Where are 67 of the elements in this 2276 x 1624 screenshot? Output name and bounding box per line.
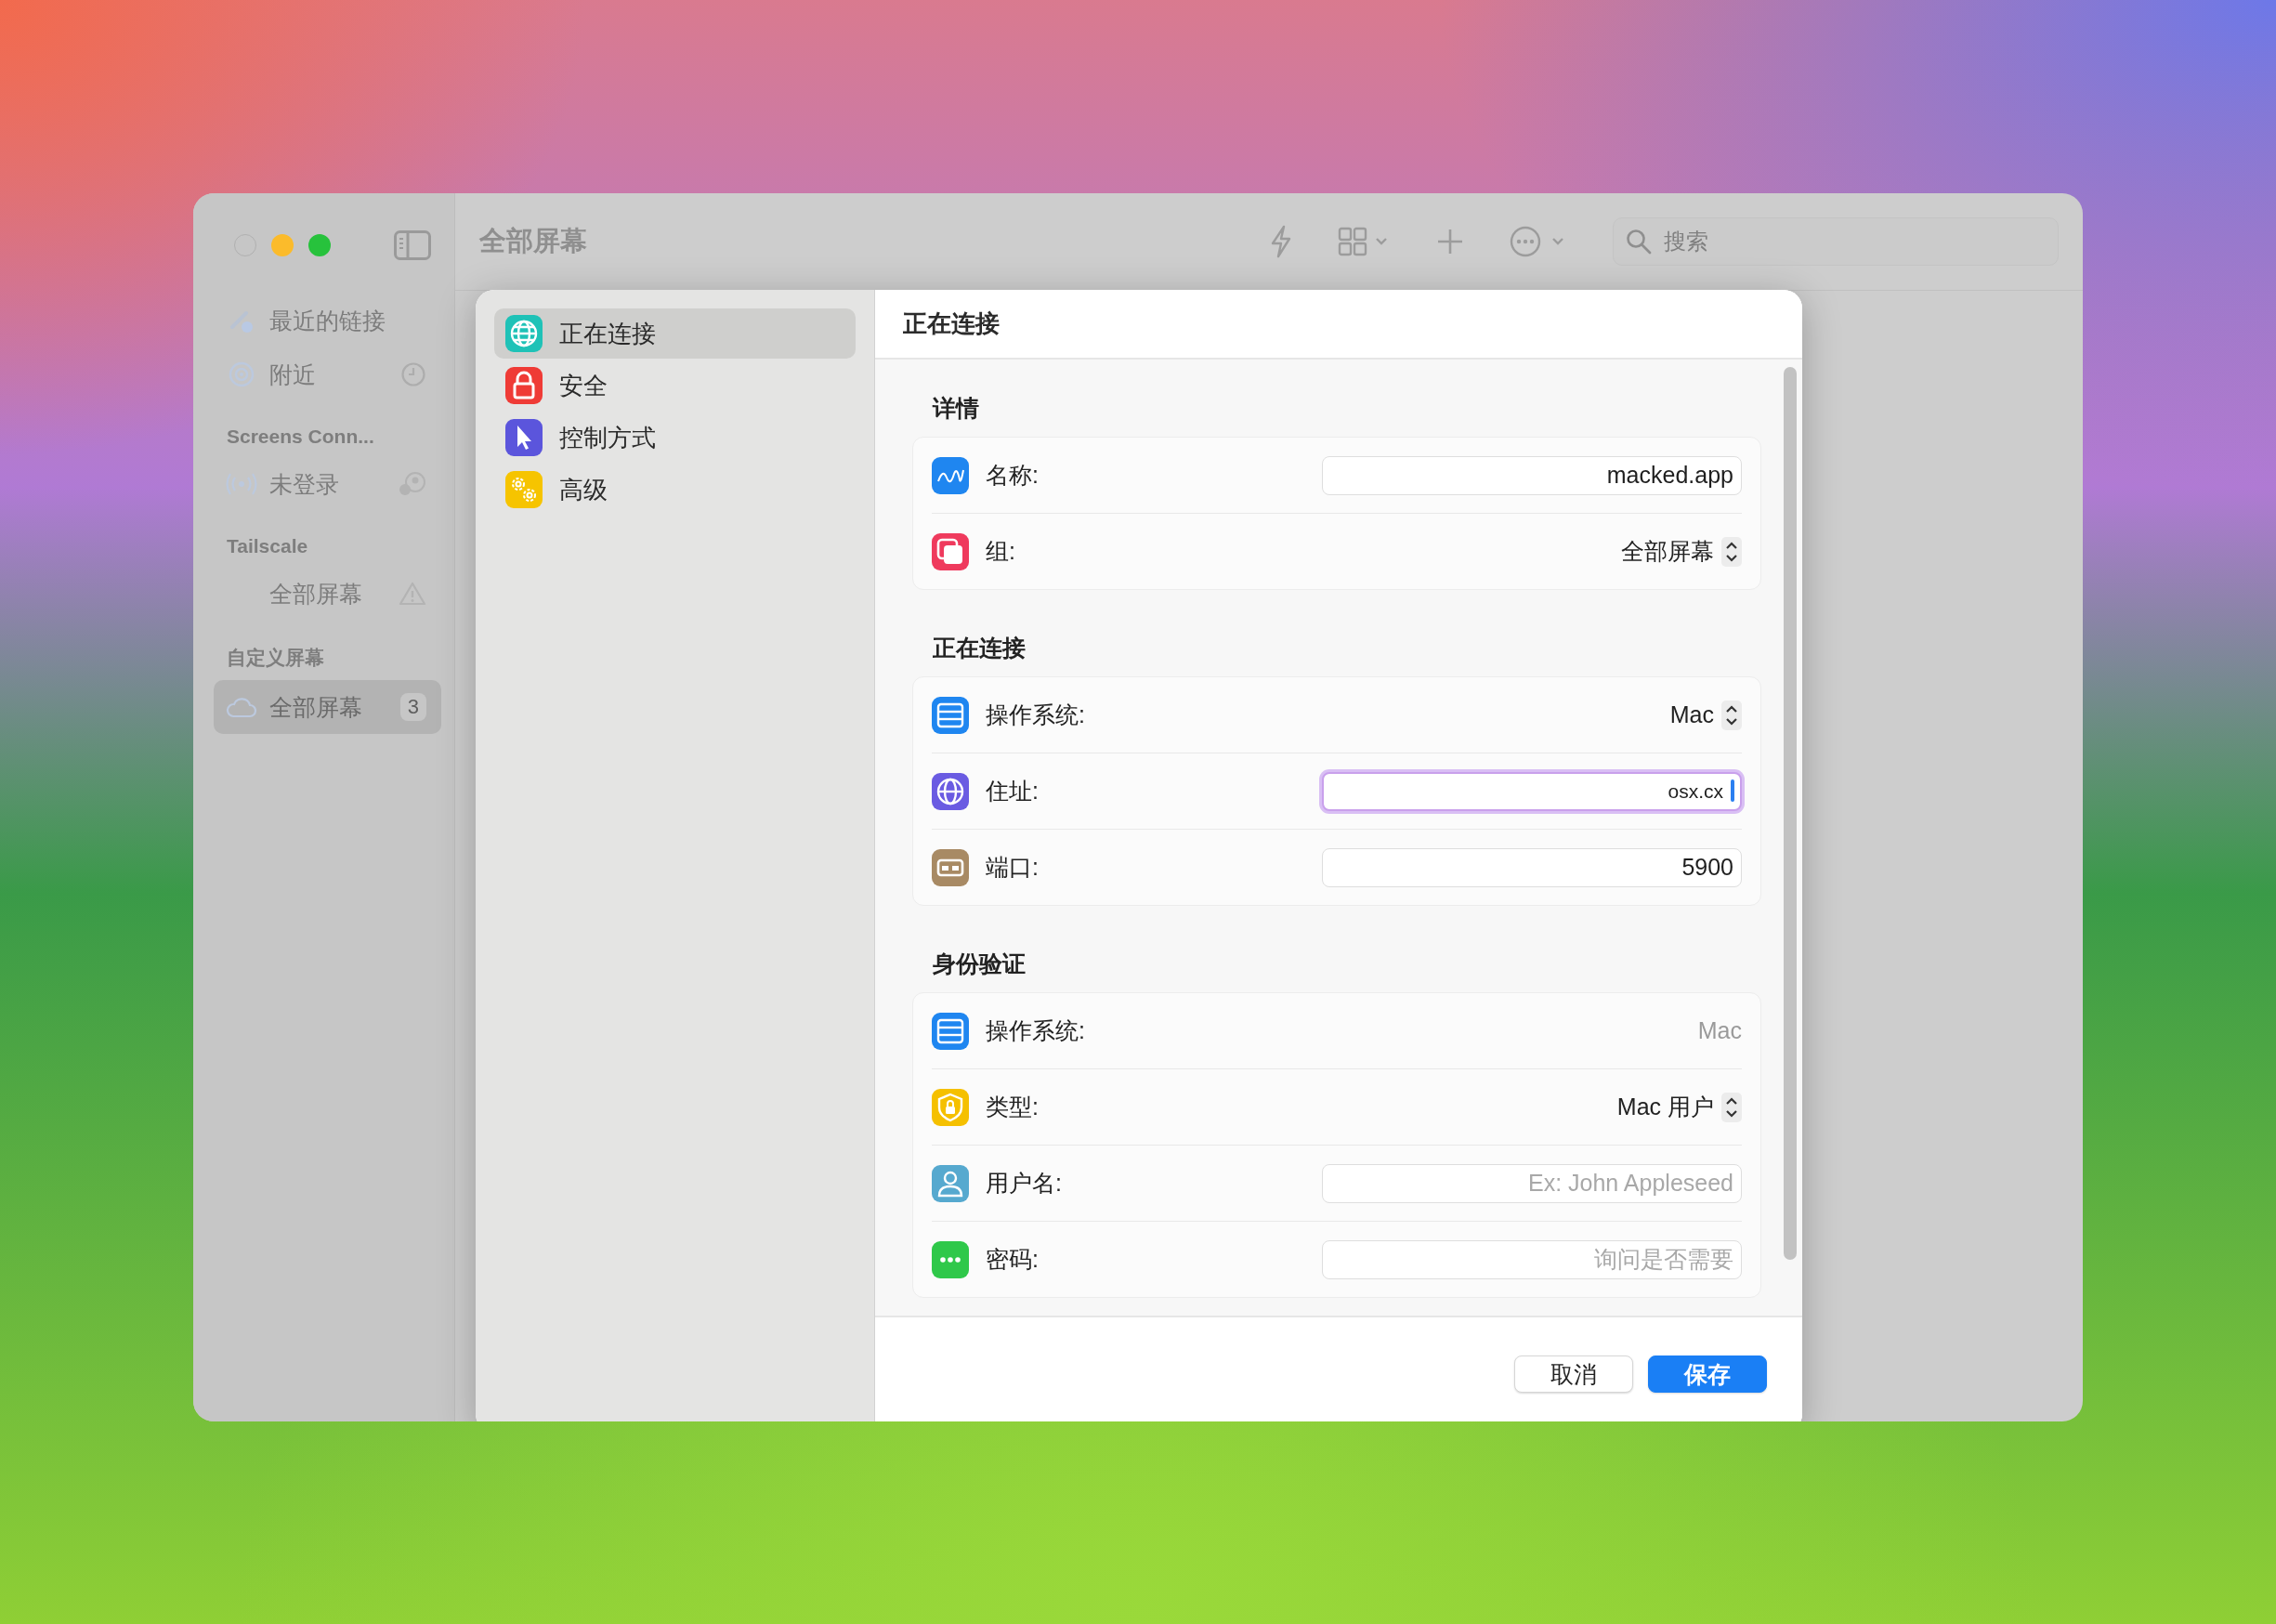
sidebar-item-label: 全部屏幕 xyxy=(269,692,363,722)
globe-icon xyxy=(932,772,969,810)
dialog-title: 正在连接 xyxy=(903,308,1000,339)
text-field[interactable]: 询问是否需要 xyxy=(1322,1239,1742,1279)
settings-tab[interactable]: 正在连接 xyxy=(494,308,856,359)
settings-tab[interactable]: 控制方式 xyxy=(494,413,856,463)
sidebar-item-label: 全部屏幕 xyxy=(269,579,363,609)
scrollbar[interactable] xyxy=(1784,367,1797,1260)
field-label: 组: xyxy=(986,537,1016,566)
sidebar-section-title: Screens Conn... xyxy=(227,426,375,448)
sidebar-item-label: 附近 xyxy=(269,360,317,389)
cancel-button[interactable]: 取消 xyxy=(1514,1356,1633,1393)
minimize-button[interactable] xyxy=(271,234,294,256)
text-field[interactable]: macked.app xyxy=(1322,455,1742,495)
section-heading: 身份验证 xyxy=(933,950,1027,978)
plus-icon[interactable] xyxy=(1436,228,1464,255)
section-heading: 详情 xyxy=(933,394,980,423)
dots-icon xyxy=(932,1240,969,1278)
lock-icon xyxy=(505,367,543,404)
sidebar-section-title: 自定义屏幕 xyxy=(227,646,325,670)
save-button[interactable]: 保存 xyxy=(1648,1356,1767,1393)
copies-icon xyxy=(932,532,969,570)
stepper-icon xyxy=(1721,536,1742,567)
section-heading: 正在连接 xyxy=(933,634,1027,662)
text-field[interactable]: Ex: John Appleseed xyxy=(1322,1163,1742,1203)
person-icon xyxy=(932,1164,969,1202)
text-field[interactable]: osx.cx xyxy=(1322,771,1742,811)
lightning-icon[interactable] xyxy=(1269,225,1293,258)
settings-tab[interactable]: 安全 xyxy=(494,360,856,411)
zoom-button[interactable] xyxy=(308,234,331,256)
signature-icon xyxy=(932,456,969,494)
field-label: 操作系统: xyxy=(986,701,1086,729)
search-field[interactable]: 搜索 xyxy=(1613,217,2059,266)
clock-icon xyxy=(400,361,426,387)
sidebar-toggle-icon[interactable] xyxy=(394,230,431,260)
field-label: 操作系统: xyxy=(986,1016,1086,1045)
field-label: 端口: xyxy=(986,853,1040,882)
field-label: 类型: xyxy=(986,1093,1040,1121)
sidebar-item[interactable]: 全部屏幕 3 xyxy=(214,680,441,734)
popup-menu[interactable]: Mac xyxy=(1669,700,1742,730)
sidebar-item-label: 未登录 xyxy=(269,469,340,499)
search-icon xyxy=(1626,229,1652,255)
count-badge: 3 xyxy=(399,693,426,721)
field-label: 名称: xyxy=(986,461,1040,490)
popup-menu[interactable]: Mac 用户 xyxy=(1616,1092,1742,1122)
shield-lock-icon xyxy=(932,1088,969,1126)
field-label: 用户名: xyxy=(986,1169,1063,1198)
popup-menu[interactable]: 全部屏幕 xyxy=(1621,536,1742,567)
sidebar-section-title: Tailscale xyxy=(227,535,309,557)
cloud-icon xyxy=(226,695,257,719)
text-cursor xyxy=(1731,779,1734,802)
field-label: 密码: xyxy=(986,1245,1040,1274)
cursor-icon xyxy=(505,419,543,456)
field-label: 住址: xyxy=(986,777,1040,805)
gears-icon xyxy=(505,471,543,508)
server-icon xyxy=(932,1012,969,1050)
globe-icon xyxy=(505,315,543,352)
server-icon xyxy=(932,696,969,734)
port-icon xyxy=(932,848,969,886)
field-value: Mac xyxy=(1697,1017,1742,1044)
stepper-icon xyxy=(1721,700,1742,730)
settings-tab[interactable]: 高级 xyxy=(494,465,856,515)
sidebar-item-label: 最近的链接 xyxy=(269,306,386,335)
window-title: 全部屏幕 xyxy=(479,225,588,257)
radar-icon xyxy=(228,360,255,388)
text-field[interactable]: 5900 xyxy=(1322,847,1742,887)
stepper-icon xyxy=(1721,1092,1742,1122)
